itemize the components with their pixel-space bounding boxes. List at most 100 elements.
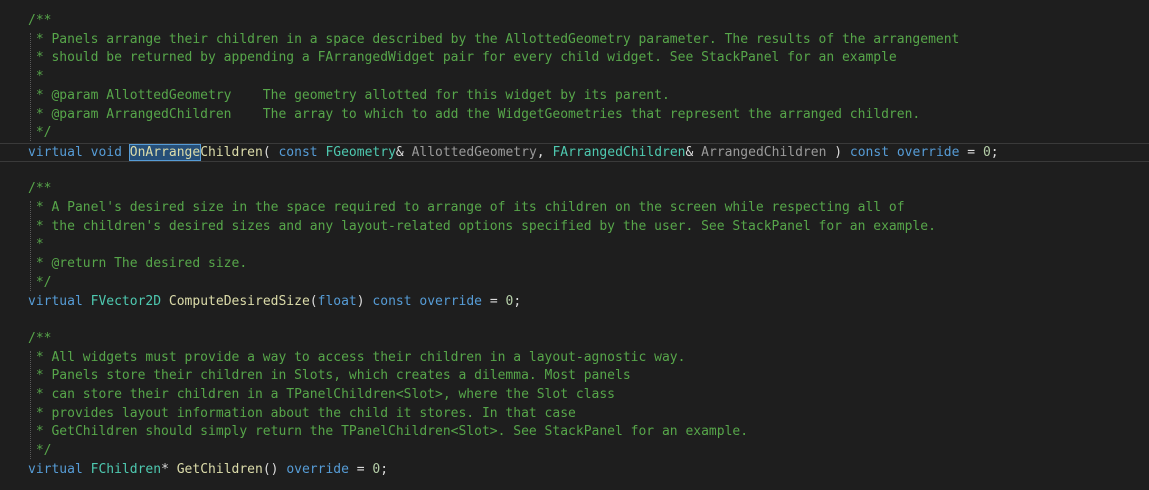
code-token: * should be returned by appending a FArr… <box>28 50 897 66</box>
code-line-content: /** <box>28 12 51 31</box>
code-line-content: */ <box>28 124 52 143</box>
indent-guide <box>30 201 31 291</box>
code-token: Children <box>200 144 263 160</box>
code-token: = <box>959 144 983 160</box>
code-line[interactable]: * the children's desired sizes and any l… <box>0 218 1149 237</box>
code-token: virtual void <box>28 144 130 160</box>
code-line-content: */ <box>28 442 52 461</box>
code-line[interactable]: * provides layout information about the … <box>0 405 1149 424</box>
code-token: */ <box>28 125 52 141</box>
code-editor[interactable]: /** * Panels arrange their children in a… <box>0 12 1149 490</box>
code-line[interactable]: * All widgets must provide a way to acce… <box>0 349 1149 368</box>
code-token: * Panels store their children in Slots, … <box>28 368 631 384</box>
code-line[interactable]: virtual FChildren* GetChildren() overrid… <box>0 461 1149 480</box>
code-token: /** <box>28 330 52 346</box>
code-token: * <box>161 461 177 477</box>
code-line-content: * Panels arrange their children in a spa… <box>28 31 960 50</box>
code-line[interactable]: * can store their children in a TPanelCh… <box>0 386 1149 405</box>
code-line[interactable]: * should be returned by appending a FArr… <box>0 49 1149 68</box>
code-line[interactable]: * @param ArrangedChildren The array to w… <box>0 106 1149 125</box>
code-line-content: /** <box>28 330 51 349</box>
code-line[interactable] <box>0 311 1149 330</box>
code-token: * can store their children in a TPanelCh… <box>28 387 615 402</box>
code-token: ArrangedChildren <box>701 144 827 160</box>
code-line-current[interactable]: virtual void OnArrangeChildren( const FG… <box>0 142 1149 163</box>
code-token: ; <box>380 461 389 477</box>
code-line[interactable]: * <box>0 68 1149 87</box>
code-token: /** <box>28 181 52 197</box>
code-line[interactable]: */ <box>0 274 1149 293</box>
code-line[interactable]: * <box>0 236 1149 255</box>
code-token: = <box>348 461 373 477</box>
code-token: const <box>278 144 326 160</box>
code-line[interactable]: * @return The desired size. <box>0 255 1149 274</box>
code-token: = <box>482 293 506 309</box>
code-token: * A Panel's desired size in the space re… <box>28 200 905 215</box>
code-token: virtual <box>28 293 91 309</box>
code-token: * GetChildren should simply return the T… <box>28 424 749 440</box>
code-token: * Panels arrange their children in a spa… <box>28 31 960 47</box>
code-token: /** <box>28 13 52 28</box>
code-token: ) <box>826 144 850 160</box>
code-line[interactable]: */ <box>0 124 1149 143</box>
code-line[interactable]: virtual FVector2D ComputeDesiredSize(flo… <box>0 293 1149 312</box>
code-token: * @param ArrangedChildren The array to w… <box>28 106 921 122</box>
code-line[interactable]: * Panels store their children in Slots, … <box>0 367 1149 386</box>
code-token: ; <box>513 293 522 309</box>
code-token: FGeometry <box>325 144 396 160</box>
code-token: * the children's desired sizes and any l… <box>28 218 936 234</box>
code-token: & <box>685 144 702 160</box>
code-line[interactable]: */ <box>0 442 1149 461</box>
code-token: ) <box>356 293 373 309</box>
selected-identifier: OnArrange <box>128 143 202 161</box>
code-token: * All widgets must provide a way to acce… <box>28 349 686 365</box>
code-line-content: * GetChildren should simply return the T… <box>28 423 748 442</box>
code-token: GetChildren <box>176 461 263 477</box>
code-token: FVector2D <box>90 293 169 309</box>
code-token: const override <box>372 293 482 309</box>
code-token: ( <box>309 293 318 309</box>
code-line-content: * Panels store their children in Slots, … <box>28 367 631 386</box>
code-line[interactable]: /** <box>0 330 1149 349</box>
code-line-content: * the children's desired sizes and any l… <box>28 218 936 237</box>
code-line[interactable]: /** <box>0 180 1149 199</box>
code-token: FArrangedChildren <box>552 144 686 160</box>
code-token: 0 <box>982 144 991 160</box>
code-line-content: /** <box>28 180 51 199</box>
code-line-content: * provides layout information about the … <box>28 405 576 424</box>
indent-guide <box>30 350 31 459</box>
code-token: override <box>286 461 349 477</box>
code-token: float <box>317 293 357 309</box>
indent-guide <box>30 32 31 141</box>
code-line-content: virtual FChildren* GetChildren() overrid… <box>28 461 388 480</box>
code-token: FChildren <box>90 461 162 477</box>
code-line-content: * @param ArrangedChildren The array to w… <box>28 106 920 125</box>
code-line-content: * All widgets must provide a way to acce… <box>28 349 686 368</box>
code-line[interactable]: * @param AllottedGeometry The geometry a… <box>0 87 1149 106</box>
code-token: * @return The desired size. <box>28 256 248 272</box>
code-line[interactable]: * A Panel's desired size in the space re… <box>0 199 1149 218</box>
code-line[interactable]: * GetChildren should simply return the T… <box>0 423 1149 442</box>
code-token: & <box>395 144 412 160</box>
code-line-content: virtual void OnArrangeChildren( const FG… <box>28 143 999 163</box>
code-line-content: * @return The desired size. <box>28 255 247 274</box>
code-line-content: * should be returned by appending a FArr… <box>28 49 897 68</box>
code-line[interactable]: * Panels arrange their children in a spa… <box>0 31 1149 50</box>
code-line-content: * A Panel's desired size in the space re… <box>28 199 905 218</box>
code-token: ComputeDesiredSize <box>168 293 310 309</box>
code-line-content: virtual FVector2D ComputeDesiredSize(flo… <box>28 293 521 312</box>
code-token: */ <box>28 274 52 290</box>
code-token: AllottedGeometry <box>411 144 537 160</box>
code-line-content: * can store their children in a TPanelCh… <box>28 386 615 405</box>
code-token: * @param AllottedGeometry The geometry a… <box>28 87 670 103</box>
code-token: * provides layout information about the … <box>28 405 576 421</box>
code-token: ; <box>990 144 999 160</box>
code-token: */ <box>28 443 52 459</box>
code-token: () <box>262 461 287 477</box>
code-line[interactable] <box>0 162 1149 181</box>
code-line-content: * @param AllottedGeometry The geometry a… <box>28 87 670 106</box>
code-token: virtual <box>28 461 91 477</box>
code-line[interactable]: /** <box>0 12 1149 31</box>
code-token: , <box>536 144 553 160</box>
code-token: ( <box>262 144 279 160</box>
